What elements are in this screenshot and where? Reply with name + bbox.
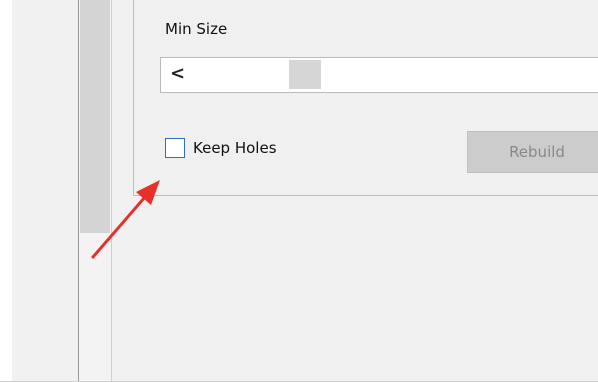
min-size-slider[interactable]: < <box>160 57 598 93</box>
slider-thumb[interactable] <box>289 60 321 89</box>
arrow-shaft <box>91 195 147 259</box>
left-margin <box>0 0 12 382</box>
keep-holes-checkbox[interactable] <box>165 138 185 158</box>
rebuild-button[interactable]: Rebuild <box>467 131 598 173</box>
options-panel: Min Size < Keep Holes Rebuild <box>133 0 598 196</box>
red-arrow-annotation <box>91 180 160 259</box>
divider <box>78 0 79 382</box>
scroll-left-arrow-icon[interactable]: < <box>170 63 185 84</box>
min-size-label: Min Size <box>165 20 228 38</box>
keep-holes-label[interactable]: Keep Holes <box>193 139 277 157</box>
